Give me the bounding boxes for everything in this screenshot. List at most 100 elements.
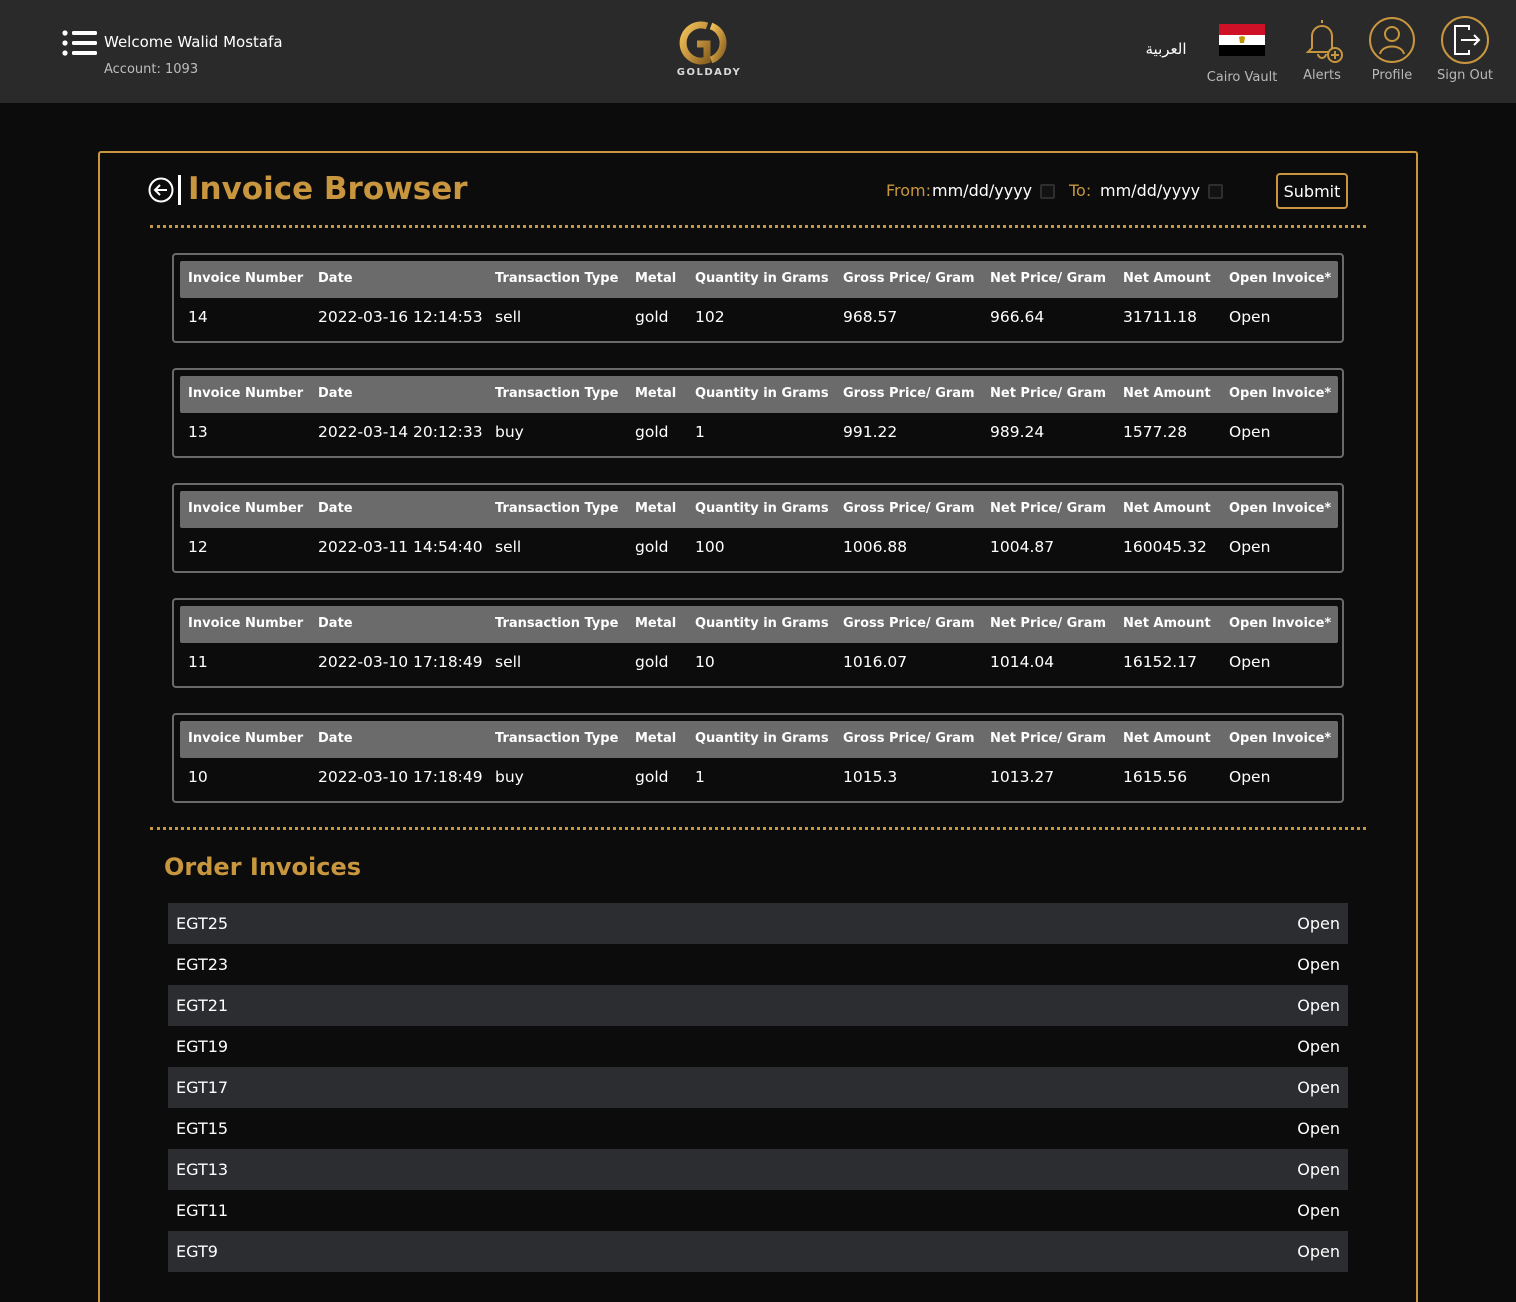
cell-quantity: 10 xyxy=(695,653,715,671)
column-header-transaction-type: Transaction Type xyxy=(495,271,619,286)
profile-button[interactable]: Profile xyxy=(1362,16,1422,83)
order-status: Open xyxy=(1297,1119,1340,1138)
order-invoice-row[interactable]: EGT11 Open xyxy=(168,1190,1348,1231)
column-header-invoice-number: Invoice Number xyxy=(188,386,304,401)
cell-invoice-number: 12 xyxy=(188,538,208,556)
column-header-net-price: Net Price/ Gram xyxy=(990,386,1107,401)
back-arrow-icon[interactable] xyxy=(148,177,174,203)
invoice-header-row: Invoice Number Date Transaction Type Metal Q… xyxy=(180,721,1338,758)
column-header-net-price: Net Price/ Gram xyxy=(990,616,1107,631)
column-header-net-amount: Net Amount xyxy=(1123,616,1211,631)
cairo-vault[interactable]: Cairo Vault xyxy=(1202,16,1282,85)
goldady-logo[interactable]: GOLDADY xyxy=(672,20,746,84)
column-header-quantity: Quantity in Grams xyxy=(695,501,829,516)
cell-date: 2022-03-11 14:54:40 xyxy=(318,538,483,556)
logo-text: GOLDADY xyxy=(676,67,742,78)
cell-gross-price: 1006.88 xyxy=(843,538,908,556)
order-invoice-row[interactable]: EGT21 Open xyxy=(168,985,1348,1026)
column-header-invoice-number: Invoice Number xyxy=(188,616,304,631)
cell-quantity: 1 xyxy=(695,768,705,786)
vault-label: Cairo Vault xyxy=(1206,70,1278,85)
column-header-net-amount: Net Amount xyxy=(1123,271,1211,286)
order-status: Open xyxy=(1297,1242,1340,1261)
order-status: Open xyxy=(1297,1078,1340,1097)
invoice-card[interactable]: Invoice Number Date Transaction Type Metal Q… xyxy=(172,483,1344,573)
order-code: EGT15 xyxy=(176,1119,229,1138)
column-header-invoice-number: Invoice Number xyxy=(188,731,304,746)
column-header-transaction-type: Transaction Type xyxy=(495,386,619,401)
column-header-date: Date xyxy=(318,271,353,286)
column-header-metal: Metal xyxy=(635,616,677,631)
title-divider xyxy=(178,175,181,205)
order-status: Open xyxy=(1297,1201,1340,1220)
invoice-header-row: Invoice Number Date Transaction Type Metal Q… xyxy=(180,606,1338,643)
order-invoice-row[interactable]: EGT15 Open xyxy=(168,1108,1348,1149)
cell-gross-price: 968.57 xyxy=(843,308,898,326)
invoice-card[interactable]: Invoice Number Date Transaction Type Metal Q… xyxy=(172,598,1344,688)
cell-open-status: Open xyxy=(1229,308,1271,326)
column-header-date: Date xyxy=(318,501,353,516)
cell-metal: gold xyxy=(635,423,669,441)
order-invoice-row[interactable]: EGT9 Open xyxy=(168,1231,1348,1272)
cell-metal: gold xyxy=(635,768,669,786)
cell-gross-price: 991.22 xyxy=(843,423,898,441)
submit-button[interactable]: Submit xyxy=(1276,173,1348,209)
cell-invoice-number: 14 xyxy=(188,308,208,326)
column-header-quantity: Quantity in Grams xyxy=(695,271,829,286)
column-header-gross-price: Gross Price/ Gram xyxy=(843,616,975,631)
bell-plus-icon xyxy=(1305,20,1343,63)
calendar-icon[interactable] xyxy=(1208,184,1223,199)
language-switch[interactable]: العربية xyxy=(1138,40,1194,58)
cell-metal: gold xyxy=(635,653,669,671)
cell-open-status: Open xyxy=(1229,423,1271,441)
order-invoice-row[interactable]: EGT23 Open xyxy=(168,944,1348,985)
menu-icon[interactable] xyxy=(62,30,98,56)
alerts-button[interactable]: Alerts xyxy=(1294,16,1350,83)
invoice-panel: Invoice Browser From: To: Submit Invoice… xyxy=(98,151,1418,1302)
cell-net-price: 1014.04 xyxy=(990,653,1055,671)
column-header-invoice-number: Invoice Number xyxy=(188,501,304,516)
column-header-net-price: Net Price/ Gram xyxy=(990,271,1107,286)
from-label: From: xyxy=(886,181,932,200)
cell-date: 2022-03-14 20:12:33 xyxy=(318,423,483,441)
column-header-metal: Metal xyxy=(635,386,677,401)
invoice-card[interactable]: Invoice Number Date Transaction Type Metal Q… xyxy=(172,368,1344,458)
from-date-input[interactable] xyxy=(932,178,1052,202)
sign-out-label: Sign Out xyxy=(1436,68,1494,83)
order-status: Open xyxy=(1297,955,1340,974)
sign-out-button[interactable]: Sign Out xyxy=(1430,16,1500,83)
order-invoice-row[interactable]: EGT25 Open xyxy=(168,903,1348,944)
column-header-net-amount: Net Amount xyxy=(1123,386,1211,401)
order-code: EGT13 xyxy=(176,1160,229,1179)
column-header-open-status: Open Invoice* xyxy=(1229,731,1332,746)
column-header-net-amount: Net Amount xyxy=(1123,501,1211,516)
column-header-metal: Metal xyxy=(635,271,677,286)
invoice-card[interactable]: Invoice Number Date Transaction Type Metal Q… xyxy=(172,713,1344,803)
cell-gross-price: 1016.07 xyxy=(843,653,908,671)
invoice-header-row: Invoice Number Date Transaction Type Metal Q… xyxy=(180,491,1338,528)
order-status: Open xyxy=(1297,1160,1340,1179)
to-date-input[interactable] xyxy=(1100,178,1220,202)
order-invoice-row[interactable]: EGT17 Open xyxy=(168,1067,1348,1108)
calendar-icon[interactable] xyxy=(1040,184,1055,199)
column-header-invoice-number: Invoice Number xyxy=(188,271,304,286)
cell-quantity: 102 xyxy=(695,308,725,326)
to-label: To: xyxy=(1069,181,1092,200)
column-header-quantity: Quantity in Grams xyxy=(695,731,829,746)
order-invoice-row[interactable]: EGT19 Open xyxy=(168,1026,1348,1067)
sign-out-icon xyxy=(1441,16,1489,64)
order-code: EGT21 xyxy=(176,996,229,1015)
order-invoices-title: Order Invoices xyxy=(164,853,362,881)
invoice-card[interactable]: Invoice Number Date Transaction Type Metal Q… xyxy=(172,253,1344,343)
cell-net-price: 966.64 xyxy=(990,308,1045,326)
profile-label: Profile xyxy=(1371,68,1413,83)
order-invoice-row[interactable]: EGT13 Open xyxy=(168,1149,1348,1190)
cell-transaction-type: sell xyxy=(495,538,522,556)
cell-net-price: 989.24 xyxy=(990,423,1045,441)
column-header-open-status: Open Invoice* xyxy=(1229,386,1332,401)
cell-transaction-type: sell xyxy=(495,653,522,671)
column-header-net-amount: Net Amount xyxy=(1123,731,1211,746)
column-header-transaction-type: Transaction Type xyxy=(495,501,619,516)
column-header-transaction-type: Transaction Type xyxy=(495,616,619,631)
column-header-gross-price: Gross Price/ Gram xyxy=(843,731,975,746)
